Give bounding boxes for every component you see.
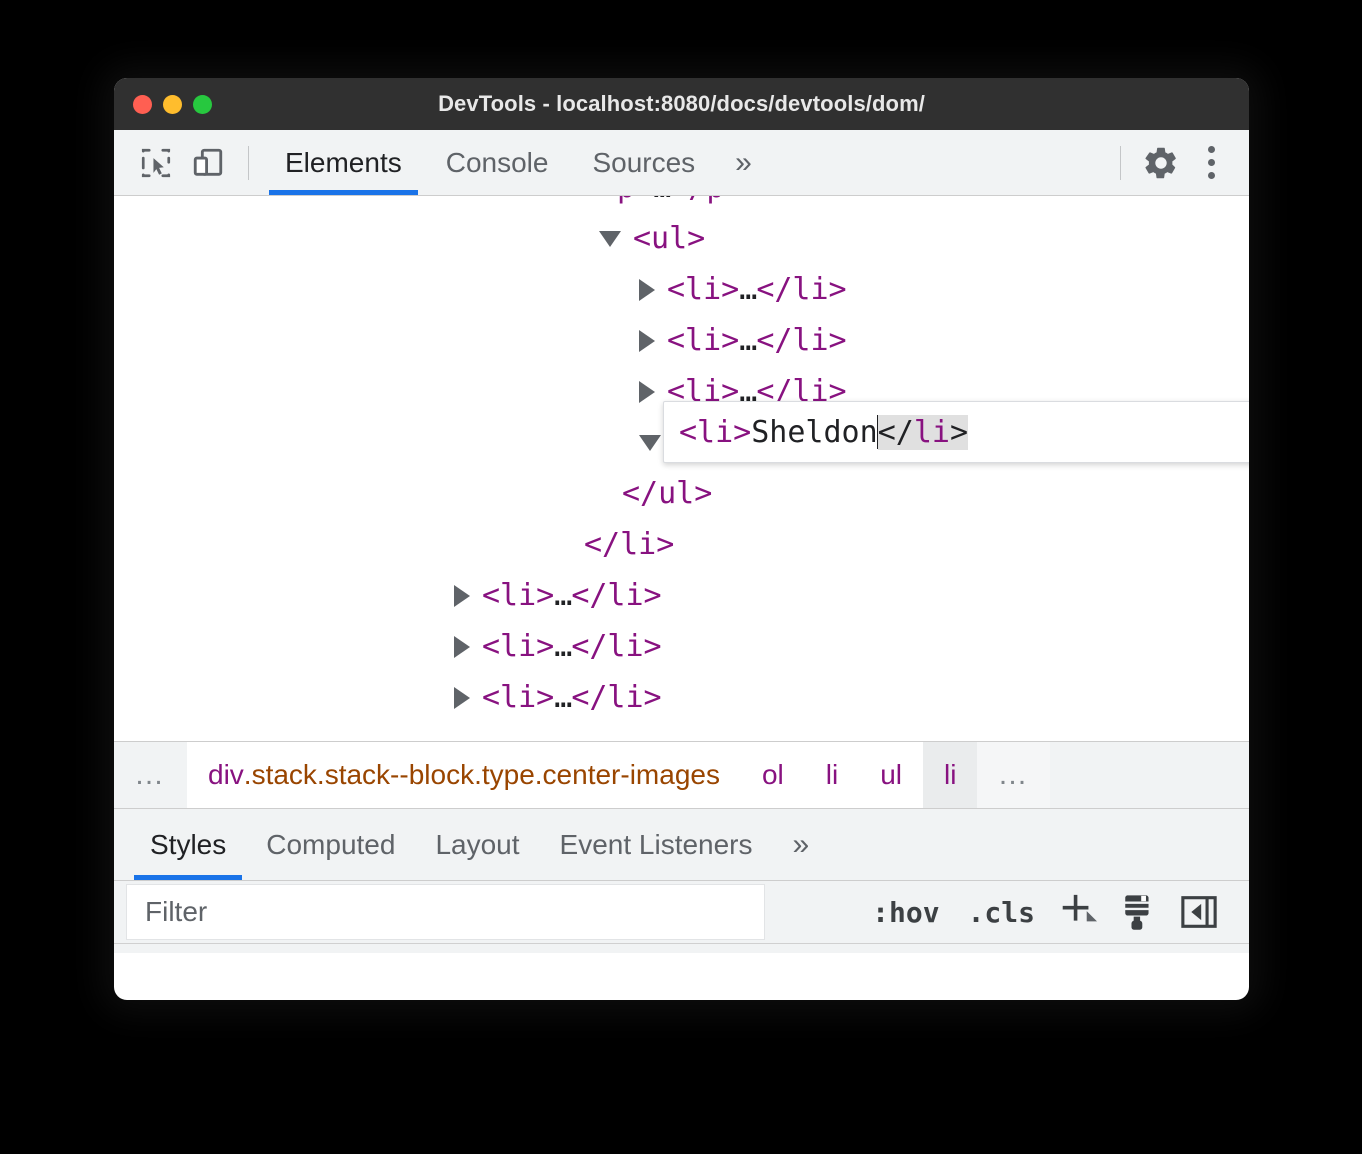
tab-elements-label: Elements <box>285 146 402 178</box>
dom-row-li-2[interactable]: <li>…</li> <box>114 315 1249 366</box>
breadcrumb-item-li-outer-tag: li <box>825 759 839 790</box>
dom-row-li-close-label: </li> <box>584 527 675 562</box>
tab-elements[interactable]: Elements <box>263 130 424 195</box>
breadcrumb: … div .stack.stack--block.type.center-ima… <box>114 741 1249 809</box>
paintbrush-icon[interactable] <box>1111 884 1167 940</box>
tab-sources[interactable]: Sources <box>570 130 717 195</box>
window-controls <box>133 78 212 130</box>
chevron-right-icon[interactable] <box>639 329 655 352</box>
inspect-cursor-icon[interactable] <box>130 137 182 189</box>
breadcrumb-overflow-left[interactable]: … <box>114 742 187 808</box>
tab-console[interactable]: Console <box>424 130 571 195</box>
more-tabs-button[interactable]: » <box>717 130 770 195</box>
styles-filter-placeholder: Filter <box>145 896 208 927</box>
chevron-down-icon[interactable] <box>639 434 661 451</box>
dom-row-li-5-label: <li>…</li> <box>482 629 662 664</box>
dom-tree-rows: <p>…</p> <ul> <li>…</li> <li>…</li> <li> <box>114 196 1249 723</box>
device-toolbar-icon[interactable] <box>182 137 234 189</box>
dom-row-li-6[interactable]: <li>…</li> <box>114 672 1249 723</box>
editor-text-content: Sheldon <box>751 414 878 450</box>
dom-row-li-5[interactable]: <li>…</li> <box>114 621 1249 672</box>
breadcrumb-item-ul[interactable]: ul <box>859 742 924 808</box>
chevron-right-icon[interactable] <box>454 584 470 607</box>
hov-toggle-label: :hov <box>872 895 940 929</box>
panel-collapse-icon[interactable] <box>1171 884 1227 940</box>
hov-toggle-button[interactable]: :hov <box>860 896 951 929</box>
minimize-window-button[interactable] <box>163 94 182 114</box>
tab-event-listeners[interactable]: Event Listeners <box>540 809 773 880</box>
editor-open-tag: <li> <box>679 414 752 450</box>
close-window-button[interactable] <box>133 94 152 114</box>
chevron-down-icon[interactable] <box>599 230 621 247</box>
toolbar-divider-right <box>1120 145 1121 180</box>
breadcrumb-overflow-left-label: … <box>134 758 167 791</box>
tab-styles-label: Styles <box>150 828 227 860</box>
tab-computed-label: Computed <box>266 828 396 860</box>
toolbar-divider-left <box>248 145 249 180</box>
breadcrumb-item-ul-tag: ul <box>880 759 903 790</box>
dom-row-li-close[interactable]: </li> <box>114 519 1249 570</box>
cls-toggle-label: .cls <box>967 895 1035 929</box>
more-tabs-icon: » <box>735 145 752 179</box>
chevron-right-icon[interactable] <box>454 635 470 658</box>
breadcrumb-item-li-selected[interactable]: li <box>923 742 978 808</box>
styles-filter-bar: Filter :hov .cls <box>114 881 1249 943</box>
tab-layout-label: Layout <box>435 828 520 860</box>
chevron-right-icon[interactable] <box>454 686 470 709</box>
dom-row-li-4[interactable]: <li>…</li> <box>114 570 1249 621</box>
dom-row-li-4-label: <li>…</li> <box>482 578 662 613</box>
cls-toggle-button[interactable]: .cls <box>956 896 1047 929</box>
tab-computed[interactable]: Computed <box>246 809 415 880</box>
tab-console-label: Console <box>445 146 549 178</box>
breadcrumb-overflow-right-label: … <box>997 758 1031 791</box>
breadcrumb-item-li-selected-tag: li <box>944 759 957 790</box>
window-title: DevTools - localhost:8080/docs/devtools/… <box>438 91 925 116</box>
dom-row-p-text: <p>…</p> <box>599 196 743 205</box>
toolbar-right-actions <box>1106 137 1249 189</box>
editor-close-tag: </li> <box>877 414 968 450</box>
tab-layout[interactable]: Layout <box>415 809 539 880</box>
chevron-right-icon[interactable] <box>639 380 655 403</box>
styles-filter-input[interactable]: Filter <box>126 884 765 940</box>
window-titlebar: DevTools - localhost:8080/docs/devtools/… <box>114 78 1249 130</box>
devtools-window: DevTools - localhost:8080/docs/devtools/… <box>114 78 1249 1000</box>
dom-row-li-1-label: <li>…</li> <box>667 272 847 307</box>
dom-row-li-2-label: <li>…</li> <box>667 323 847 358</box>
tab-styles[interactable]: Styles <box>130 809 246 880</box>
devtools-main-toolbar: Elements Console Sources » <box>114 130 1249 196</box>
dom-tree-pane[interactable]: <p>…</p> <ul> <li>…</li> <li>…</li> <li> <box>114 196 1249 741</box>
dom-row-ul-close[interactable]: </ul> <box>114 468 1249 519</box>
styles-more-tabs-button[interactable]: » <box>773 809 830 880</box>
tab-sources-label: Sources <box>592 146 696 178</box>
styles-filter-actions: :hov .cls <box>860 884 1237 940</box>
kebab-menu-icon[interactable] <box>1187 137 1235 189</box>
breadcrumb-item-div-tag: div <box>208 759 244 790</box>
breadcrumb-item-ol-tag: ol <box>761 759 784 790</box>
dom-row-li-6-label: <li>…</li> <box>482 680 662 715</box>
dom-row-p-clipped[interactable]: <p>…</p> <box>114 196 1249 213</box>
inline-html-editor[interactable]: <li> Sheldon </li> <box>663 401 1249 463</box>
tab-event-listeners-label: Event Listeners <box>559 828 753 860</box>
gear-icon[interactable] <box>1135 137 1187 189</box>
styles-pane-tabs: Styles Computed Layout Event Listeners » <box>114 809 1249 881</box>
screenshot-stage: DevTools - localhost:8080/docs/devtools/… <box>0 0 1362 1154</box>
panel-tabs: Elements Console Sources » <box>263 130 770 195</box>
dom-row-li-editing[interactable]: <li> Sheldon </li> <box>114 401 1249 468</box>
dom-row-ul-label: <ul> <box>633 221 706 256</box>
styles-more-tabs-icon: » <box>792 827 810 861</box>
dom-row-ul-close-label: </ul> <box>622 476 713 511</box>
maximize-window-button[interactable] <box>193 94 212 114</box>
chevron-right-icon[interactable] <box>639 278 655 301</box>
dom-row-ul-open[interactable]: <ul> <box>114 213 1249 264</box>
breadcrumb-item-ol[interactable]: ol <box>740 742 805 808</box>
styles-pane-bottom-strip <box>114 943 1249 953</box>
dom-row-li-1[interactable]: <li>…</li> <box>114 264 1249 315</box>
breadcrumb-item-li-outer[interactable]: li <box>804 742 860 808</box>
breadcrumb-item-div-classes: .stack.stack--block.type.center-images <box>243 759 720 790</box>
breadcrumb-item-div[interactable]: div .stack.stack--block.type.center-image… <box>187 742 741 808</box>
plus-icon[interactable] <box>1051 884 1107 940</box>
breadcrumb-overflow-right[interactable]: … <box>977 742 1051 808</box>
